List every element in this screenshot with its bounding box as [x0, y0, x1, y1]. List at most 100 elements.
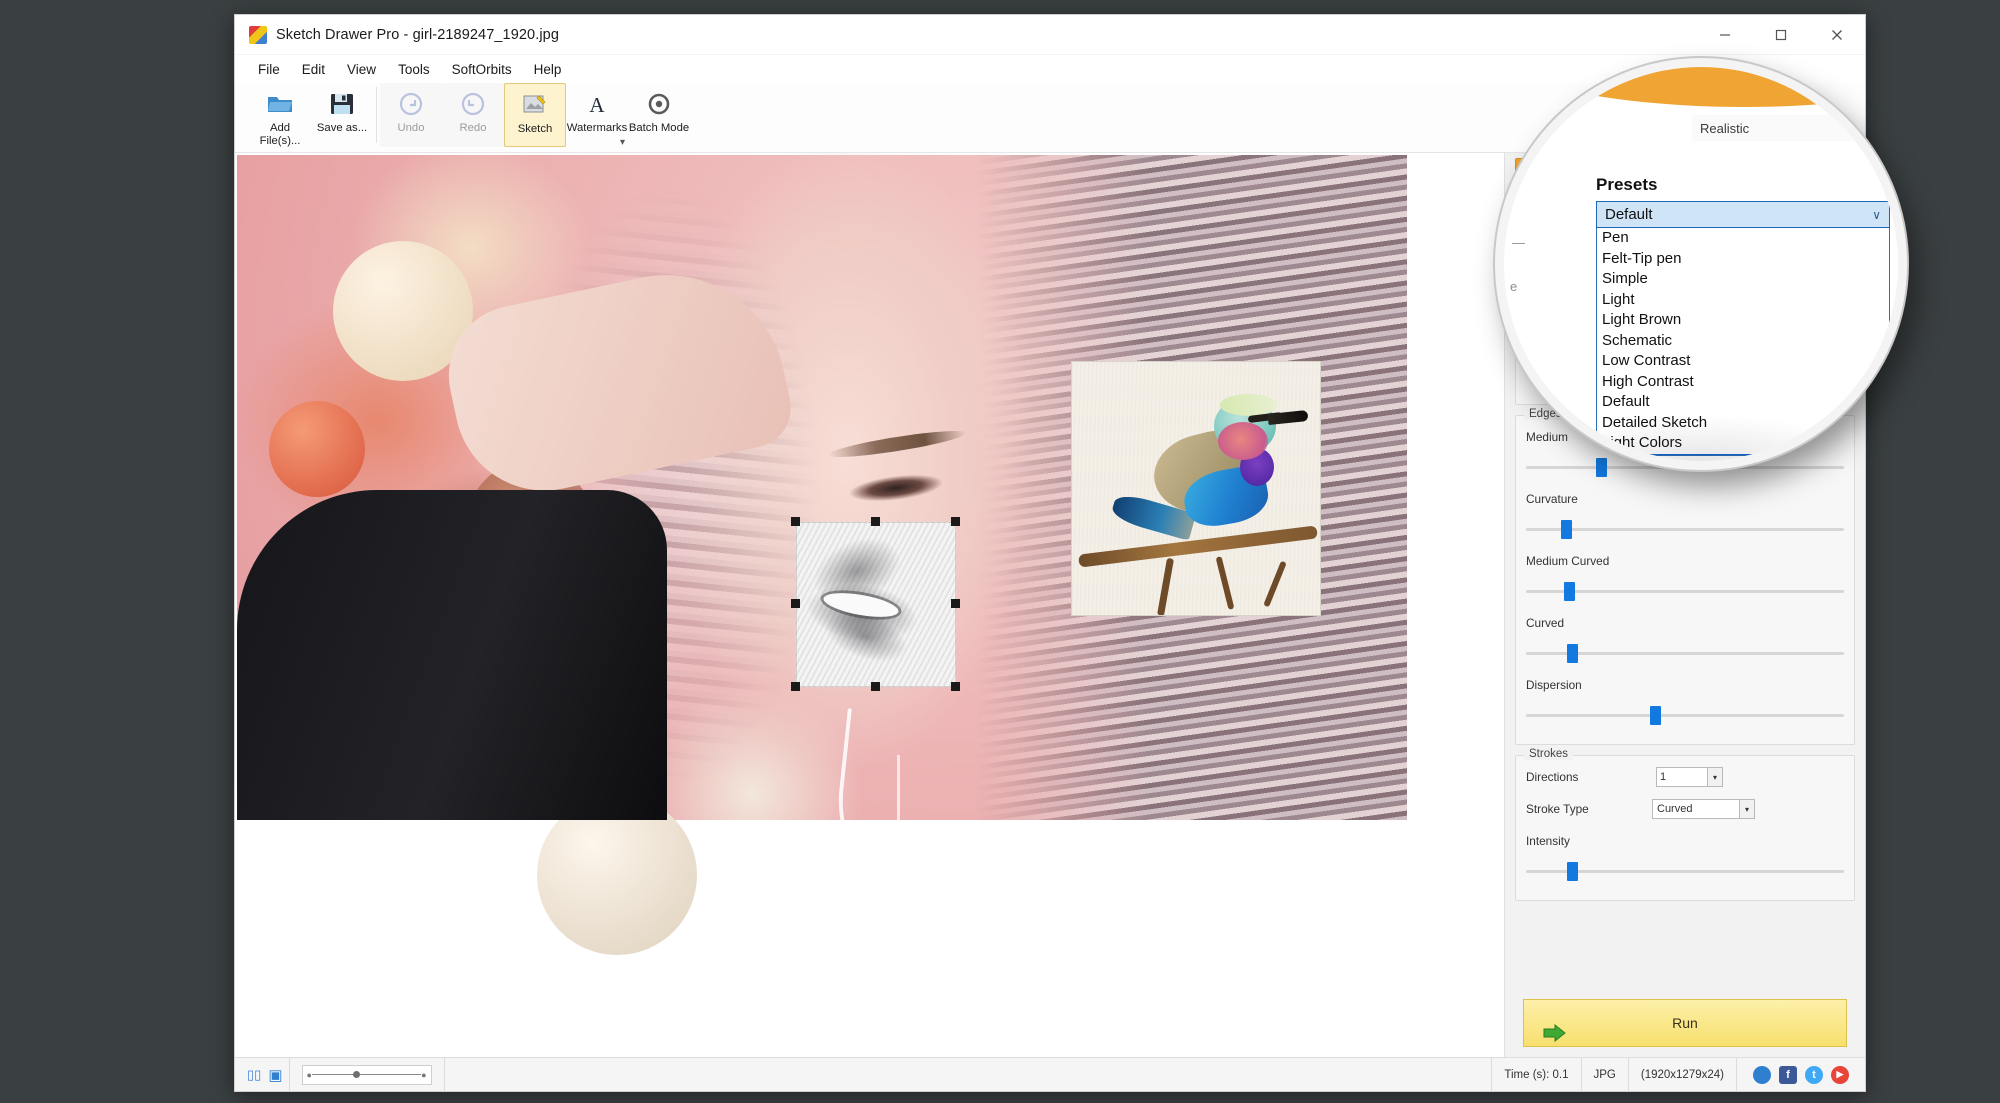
preset-option[interactable]: High Contrast [1597, 372, 1889, 393]
selection-handle-e[interactable] [951, 599, 960, 608]
window-controls [1697, 15, 1865, 54]
slider-thumb[interactable] [1650, 706, 1662, 725]
intensity-row: Intensity [1526, 828, 1844, 854]
menu-softorbits[interactable]: SoftOrbits [441, 59, 523, 80]
run-button-label: Run [1672, 1015, 1698, 1031]
ghost-label-contour: ― [1512, 235, 1525, 250]
toolbar-save-as-label: Save as... [316, 122, 368, 134]
chevron-down-icon: ∨ [1872, 207, 1881, 222]
facebook-icon[interactable]: f [1779, 1065, 1797, 1084]
toolbar-batch-mode-label: Batch Mode [628, 122, 690, 134]
zoom-track [311, 1071, 422, 1078]
lens-bottom-shading [1504, 393, 1898, 461]
toolbar-sketch-label: Sketch [517, 123, 553, 135]
toolbar-redo-label: Redo [459, 122, 487, 134]
selection-handle-nw[interactable] [791, 517, 800, 526]
magnified-style-value: Realistic [1700, 120, 1750, 136]
twitter-icon[interactable]: t [1805, 1065, 1823, 1084]
toolbar-watermarks-label: Watermarks [566, 122, 628, 134]
magnified-presets-value: Default [1605, 206, 1653, 223]
run-button[interactable]: Run [1523, 999, 1847, 1047]
social-links: f t ▶ [1737, 1058, 1865, 1091]
toolbar-add-files-label: Add File(s)... [259, 122, 301, 147]
magnified-presets-title: Presets [1596, 175, 1658, 194]
toolbar-overflow-chevron-icon[interactable]: ▾ [620, 137, 625, 148]
bird-sketch-inset[interactable] [1071, 361, 1321, 616]
youtube-icon[interactable]: ▶ [1831, 1065, 1849, 1084]
stroke-type-select-value[interactable]: Curved [1652, 799, 1740, 819]
status-bar: ▯▯ ▣ ● ● Time (s): 0.1 JPG (1920x1279x24… [235, 1057, 1865, 1091]
zoom-slider[interactable]: ● ● [288, 1058, 445, 1091]
close-button[interactable] [1809, 15, 1865, 54]
single-view-icon[interactable]: ▣ [268, 1066, 282, 1084]
toolbar-batch-mode-button[interactable]: Batch Mode [628, 83, 690, 147]
chevron-down-icon: ▾ [1889, 122, 1894, 133]
selection-handle-ne[interactable] [951, 517, 960, 526]
toolbar-save-as-button[interactable]: Save as... [311, 83, 373, 147]
preset-option[interactable]: Low Contrast [1597, 351, 1889, 372]
slider-thumb[interactable] [1560, 520, 1572, 539]
app-logo-icon [249, 25, 267, 44]
slider-track [1526, 714, 1844, 717]
preset-option[interactable]: Simple [1597, 269, 1889, 290]
magnifier-lens: Realistic ▾ ― e S n tu Presets Default ∨… [1495, 58, 1907, 470]
curved-slider[interactable] [1526, 642, 1844, 664]
stroke-type-chevron-down-icon[interactable]: ▾ [1740, 799, 1755, 819]
curved-label: Curved [1526, 616, 1565, 630]
intensity-slider[interactable] [1526, 860, 1844, 882]
rss-icon[interactable] [1753, 1065, 1771, 1084]
preset-option[interactable]: Felt-Tip pen [1597, 249, 1889, 270]
status-right: Time (s): 0.1 JPG (1920x1279x24) f t ▶ [1491, 1058, 1865, 1091]
selection-handle-s[interactable] [871, 682, 880, 691]
preset-option[interactable]: Pen [1597, 228, 1889, 249]
toolbar-separator-1 [376, 87, 377, 143]
menu-view[interactable]: View [336, 59, 387, 80]
zoom-slider-box[interactable]: ● ● [301, 1064, 432, 1085]
preset-option[interactable]: Light [1597, 290, 1889, 311]
toolbar-watermarks-button[interactable]: A Watermarks [566, 83, 628, 147]
selection-handle-n[interactable] [871, 517, 880, 526]
medium-curved-slider[interactable] [1526, 580, 1844, 602]
toolbar-undo-button[interactable]: Undo [380, 83, 442, 147]
menu-tools[interactable]: Tools [387, 59, 441, 80]
minimize-button[interactable] [1697, 15, 1753, 54]
window-title: Sketch Drawer Pro - girl-2189247_1920.jp… [276, 26, 559, 43]
gear-icon [646, 88, 672, 120]
zoom-thumb[interactable] [353, 1071, 361, 1078]
slider-thumb[interactable] [1567, 862, 1579, 881]
curvature-slider[interactable] [1526, 518, 1844, 540]
thumbnail-view-icon[interactable]: ▯▯ [247, 1067, 261, 1083]
image-canvas[interactable] [235, 153, 1505, 1057]
directions-input[interactable]: 1 [1656, 767, 1708, 787]
maximize-button[interactable] [1753, 15, 1809, 54]
curvature-row: Curvature [1526, 486, 1844, 512]
ghost-label-motion: n [1506, 379, 1514, 394]
magnified-style-select[interactable]: Realistic ▾ [1692, 115, 1898, 141]
status-format: JPG [1582, 1058, 1629, 1091]
selection-handle-sw[interactable] [791, 682, 800, 691]
toolbar-sketch-button[interactable]: Sketch [504, 83, 566, 147]
sketch-picture-icon [522, 89, 548, 121]
run-area: Run [1505, 987, 1865, 1057]
zoom-in-icon[interactable]: ● [421, 1070, 426, 1080]
toolbar-add-files-button[interactable]: Add File(s)... [249, 83, 311, 147]
preset-option[interactable]: Light Brown [1597, 310, 1889, 331]
strokes-group-title: Strokes [1524, 748, 1573, 760]
curved-row: Curved [1526, 610, 1844, 636]
medium-curved-label: Medium Curved [1526, 554, 1610, 568]
menu-help[interactable]: Help [523, 59, 573, 80]
slider-thumb[interactable] [1564, 582, 1576, 601]
directions-stepper-icon[interactable]: ▾ [1708, 767, 1723, 787]
sketch-preview-selection[interactable] [796, 522, 956, 687]
selection-handle-w[interactable] [791, 599, 800, 608]
dispersion-slider[interactable] [1526, 704, 1844, 726]
floppy-disk-icon [329, 88, 355, 120]
selection-handle-se[interactable] [951, 682, 960, 691]
menu-edit[interactable]: Edit [291, 59, 336, 80]
toolbar-redo-button[interactable]: Redo [442, 83, 504, 147]
magnified-presets-select[interactable]: Default ∨ [1596, 201, 1890, 228]
menu-file[interactable]: File [247, 59, 291, 80]
slider-thumb[interactable] [1567, 644, 1579, 663]
preset-option[interactable]: Schematic [1597, 331, 1889, 352]
stroke-type-label: Stroke Type [1526, 802, 1589, 816]
